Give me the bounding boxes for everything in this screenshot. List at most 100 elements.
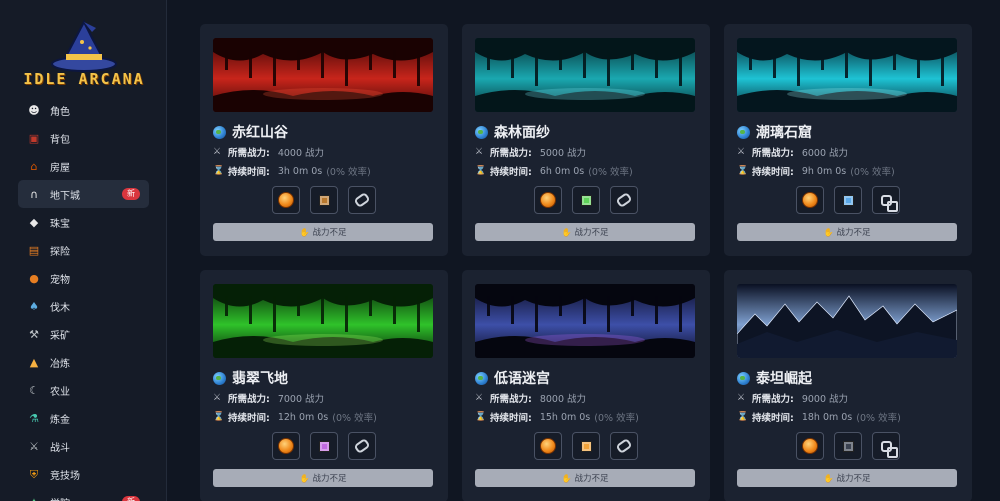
enter-dungeon-button[interactable]: ✋ 战力不足 — [475, 223, 695, 241]
crossed-swords-icon: ⚔ — [213, 393, 222, 403]
blue-gem-icon[interactable] — [834, 186, 862, 214]
dungeon-name: 森林面纱 — [494, 125, 550, 141]
sidebar-item-11[interactable]: ⚗ 炼金 — [18, 404, 149, 432]
house-icon: ⌂ — [30, 159, 38, 173]
gold-coin-icon[interactable] — [534, 186, 562, 214]
double-ring-icon[interactable] — [872, 432, 900, 460]
dungeon-name: 潮璃石窟 — [756, 125, 812, 141]
sidebar-item-13[interactable]: ⛨ 竞技场 — [18, 460, 149, 488]
dark-gem-icon[interactable] — [834, 432, 862, 460]
dungeon-card[interactable]: 赤红山谷 ⚔ 所需战力: 4000 战力 ⌛ 持续时间: 3h 0m 0s (0… — [200, 24, 448, 256]
dungeon-card[interactable]: 低语迷宫 ⚔ 所需战力: 8000 战力 ⌛ 持续时间: 15h 0m 0s (… — [462, 270, 710, 501]
dungeon-banner-image — [737, 38, 957, 112]
power-value: 5000 战力 — [539, 148, 587, 159]
enter-dungeon-button[interactable]: ✋ 战力不足 — [737, 469, 957, 487]
lock-icon: ✋ — [299, 227, 310, 237]
enter-dungeon-label: 战力不足 — [836, 474, 871, 484]
sidebar-item-1[interactable]: ▣ 背包 — [18, 124, 149, 152]
duration-row: ⌛ 持续时间: 15h 0m 0s (0% 效率) — [475, 410, 639, 425]
globe-icon — [737, 125, 750, 139]
sidebar-nav: ☻ 角色 ▣ 背包 ⌂ 房屋 ∩ 地下城新 ◆ 珠宝 ▤ 探险 ● 宠物 ♠ 伐木 ⚒ 采矿 ▲ 冶炼 ☾ 农业 ⚗ 炼金 ⚔ 战… — [0, 96, 166, 501]
gold-coin-icon[interactable] — [796, 432, 824, 460]
lock-icon: ✋ — [823, 227, 834, 237]
sidebar-item-6[interactable]: ● 宠物 — [18, 264, 149, 292]
ring-icon[interactable] — [348, 432, 376, 460]
academy-icon: ✦ — [27, 495, 41, 501]
enter-dungeon-label: 战力不足 — [574, 228, 609, 238]
dungeon-card[interactable]: 泰坦崛起 ⚔ 所需战力: 9000 战力 ⌛ 持续时间: 18h 0m 0s (… — [724, 270, 972, 501]
sidebar-item-10[interactable]: ☾ 农业 — [18, 376, 149, 404]
jewel-icon: ◆ — [29, 215, 39, 229]
double-ring-icon[interactable] — [872, 186, 900, 214]
power-row: ⚔ 所需战力: 5000 战力 — [475, 145, 586, 159]
duration-row: ⌛ 持续时间: 3h 0m 0s (0% 效率) — [213, 164, 371, 179]
dungeon-name: 低语迷宫 — [494, 371, 550, 387]
hourglass-icon: ⌛ — [737, 412, 749, 422]
brown-gem-icon[interactable] — [310, 186, 338, 214]
dungeon-banner-image — [213, 284, 433, 358]
sidebar-item-8[interactable]: ⚒ 采矿 — [18, 320, 149, 348]
crossed-swords-icon: ⚔ — [737, 147, 746, 157]
sidebar-item-7[interactable]: ♠ 伐木 — [18, 292, 149, 320]
sidebar-item-12[interactable]: ⚔ 战斗 — [18, 432, 149, 460]
enter-dungeon-button[interactable]: ✋ 战力不足 — [213, 223, 433, 241]
purple-gem-icon[interactable] — [310, 432, 338, 460]
app-logo[interactable]: IDLE ARCANA — [22, 18, 146, 90]
sidebar-item-4[interactable]: ◆ 珠宝 — [18, 208, 149, 236]
arena-shield-icon: ⛨ — [29, 467, 39, 481]
enter-dungeon-button[interactable]: ✋ 战力不足 — [213, 469, 433, 487]
sidebar-item-14[interactable]: ✦ 学院 新 — [18, 488, 149, 501]
wizard-hat-icon — [51, 19, 117, 72]
green-gem-icon[interactable] — [572, 186, 600, 214]
lock-icon: ✋ — [823, 473, 834, 483]
ring-icon[interactable] — [610, 186, 638, 214]
adventure-map-icon: ▤ — [28, 243, 40, 257]
crossed-swords-icon: ⚔ — [475, 147, 484, 157]
crossed-swords-icon: ⚔ — [213, 147, 222, 157]
dungeon-card[interactable]: 森林面纱 ⚔ 所需战力: 5000 战力 ⌛ 持续时间: 6h 0m 0s (0… — [462, 24, 710, 256]
hourglass-icon: ⌛ — [213, 412, 225, 422]
ring-icon[interactable] — [348, 186, 376, 214]
dungeon-title: 翡翠飞地 — [213, 368, 288, 388]
orange-gem-icon[interactable] — [572, 432, 600, 460]
globe-icon — [475, 125, 488, 139]
enter-dungeon-button[interactable]: ✋ 战力不足 — [737, 223, 957, 241]
sword-icon: ⚔ — [29, 439, 39, 453]
enter-dungeon-label: 战力不足 — [312, 474, 347, 484]
gold-coin-icon[interactable] — [272, 432, 300, 460]
app-root: IDLE ARCANA ☻ 角色 ▣ 背包 ⌂ 房屋 ∩ 地下城新 ◆ 珠宝 ▤ 探险 ● 宠物 ♠ 伐木 ⚒ 采… — [0, 0, 1000, 501]
hourglass-icon: ⌛ — [475, 412, 487, 422]
duration-row: ⌛ 持续时间: 12h 0m 0s (0% 效率) — [213, 410, 377, 425]
pet-icon: ● — [29, 271, 39, 285]
globe-icon — [737, 371, 750, 385]
sidebar-item-label: 宠物 — [50, 274, 70, 286]
dungeon-card[interactable]: 潮璃石窟 ⚔ 所需战力: 6000 战力 ⌛ 持续时间: 9h 0m 0s (0… — [724, 24, 972, 256]
power-row: ⚔ 所需战力: 6000 战力 — [737, 145, 848, 159]
sidebar-item-3[interactable]: ∩ 地下城 新 — [18, 180, 149, 208]
gold-coin-icon[interactable] — [534, 432, 562, 460]
duration-value: 18h 0m 0s — [801, 411, 853, 423]
dungeon-card[interactable]: 翡翠飞地 ⚔ 所需战力: 7000 战力 ⌛ 持续时间: 12h 0m 0s (… — [200, 270, 448, 501]
dungeon-banner-image — [737, 284, 957, 358]
globe-icon — [213, 371, 226, 385]
enter-dungeon-label: 战力不足 — [574, 474, 609, 484]
sidebar-item-2[interactable]: ⌂ 房屋 — [18, 152, 149, 180]
backpack-icon: ▣ — [28, 131, 40, 145]
sidebar-item-0[interactable]: ☻ 角色 — [18, 96, 149, 124]
duration-value: 9h 0m 0s — [801, 165, 847, 177]
gold-coin-icon[interactable] — [796, 186, 824, 214]
new-badge: 新 — [122, 188, 140, 200]
sidebar-item-5[interactable]: ▤ 探险 — [18, 236, 149, 264]
gold-coin-icon[interactable] — [272, 186, 300, 214]
sidebar-item-label: 角色 — [50, 106, 70, 118]
sidebar-item-9[interactable]: ▲ 冶炼 — [18, 348, 149, 376]
dungeon-name: 泰坦崛起 — [756, 371, 812, 387]
dungeon-banner-image — [475, 284, 695, 358]
globe-icon — [475, 371, 488, 385]
enter-dungeon-button[interactable]: ✋ 战力不足 — [475, 469, 695, 487]
ring-icon[interactable] — [610, 432, 638, 460]
reward-icons — [200, 432, 448, 460]
dungeon-name: 翡翠飞地 — [232, 371, 288, 387]
duration-row: ⌛ 持续时间: 18h 0m 0s (0% 效率) — [737, 410, 901, 425]
efficiency-value: (0% 效率) — [332, 413, 377, 424]
